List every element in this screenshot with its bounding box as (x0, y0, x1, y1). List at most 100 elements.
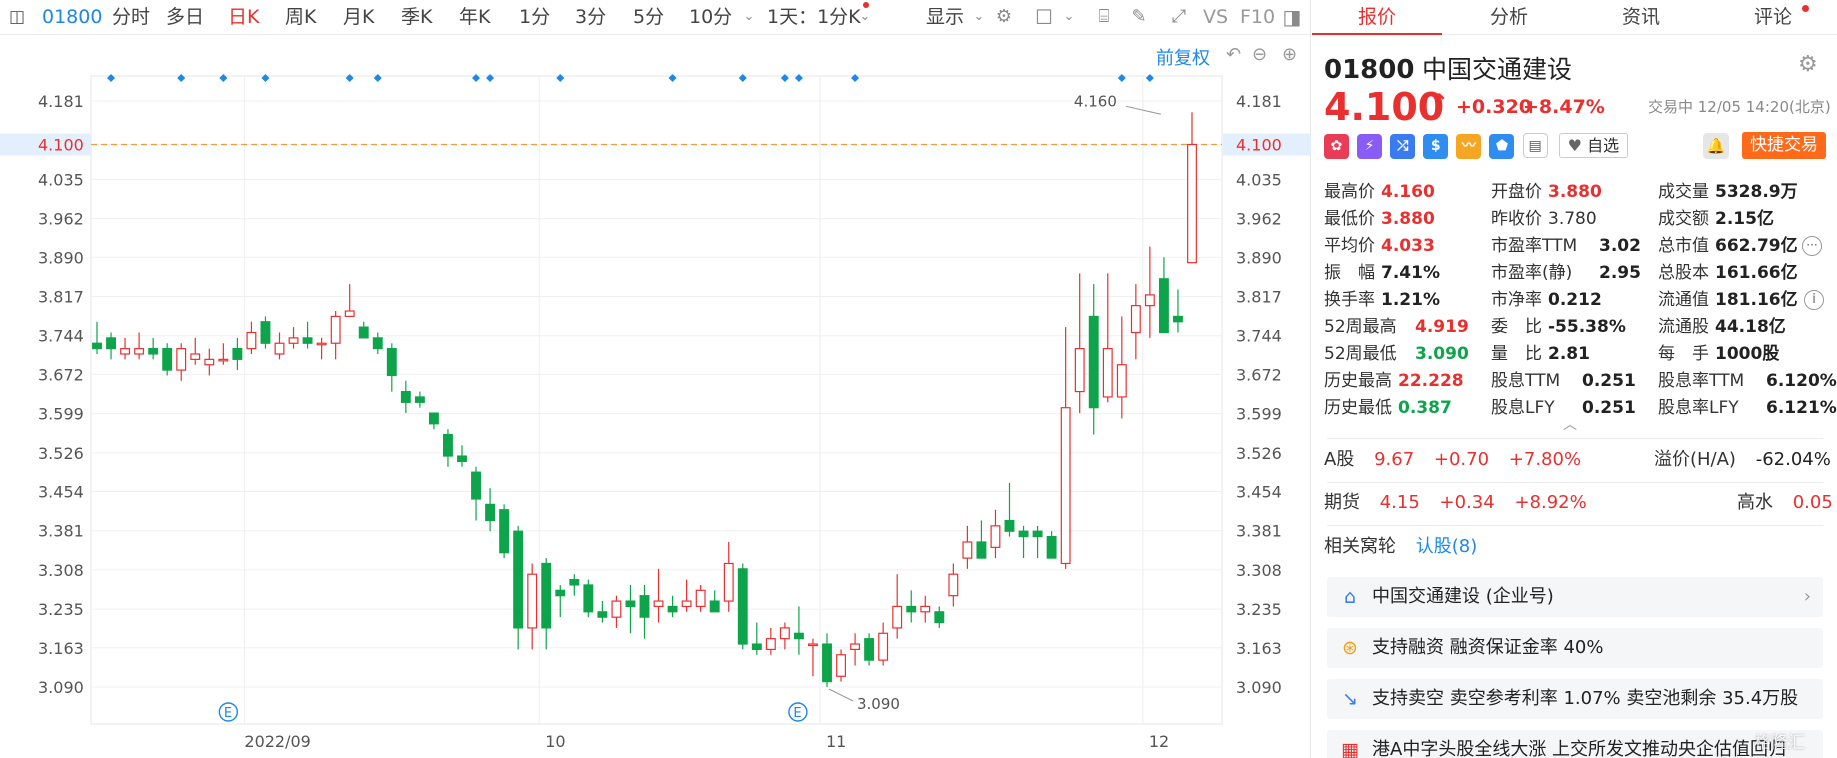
period-tab-monthly[interactable]: 月K (343, 5, 374, 29)
candle-up[interactable] (779, 627, 790, 640)
kline-svg[interactable]: 4.181 4.181 4.100 4.100 4.035 4.035 3.962 3.962… (0, 36, 1311, 758)
gear-icon[interactable]: ⚙ (993, 6, 1015, 28)
candle-up[interactable] (878, 632, 889, 661)
candle-up[interactable] (204, 358, 215, 366)
chevron-down-icon[interactable]: ⌄ (968, 6, 990, 28)
candle-up[interactable] (1187, 143, 1197, 264)
candle-down[interactable] (232, 348, 243, 360)
candle-down[interactable] (625, 600, 636, 608)
candle-up[interactable] (134, 348, 145, 355)
a-share-row[interactable]: A股 9.67 +0.70 +7.80% (1324, 447, 1581, 473)
candle-down[interactable] (597, 611, 608, 618)
candle-down[interactable] (639, 595, 650, 618)
candle-up[interactable] (1102, 348, 1113, 398)
tab-news[interactable]: 资讯 (1576, 0, 1706, 35)
trend-icon[interactable]: 〰 (1456, 134, 1482, 159)
candle-down[interactable] (1088, 315, 1099, 409)
candle-up[interactable] (681, 600, 692, 608)
candle-up[interactable] (176, 348, 187, 371)
bell-icon[interactable]: 🔔 (1703, 133, 1729, 159)
list-item-margin[interactable]: ⊛ 支持融资 融资保证金率 40% (1327, 628, 1823, 668)
candle-down[interactable] (485, 503, 496, 522)
candle-up[interactable] (1144, 294, 1155, 307)
candle-up[interactable] (653, 600, 664, 608)
dividend-diamond-marker[interactable] (107, 74, 116, 82)
zoom-in-icon[interactable]: ⊕ (1282, 44, 1297, 65)
candle-down[interactable] (934, 611, 945, 624)
candle-down[interactable] (864, 638, 875, 661)
candle-down[interactable] (793, 632, 804, 640)
candle-down[interactable] (148, 348, 159, 355)
candle-down[interactable] (358, 326, 369, 339)
candle-up[interactable] (920, 605, 931, 613)
shuffle-icon[interactable]: ⤮ (1390, 134, 1416, 159)
candle-up[interactable] (120, 348, 131, 355)
dividend-diamond-marker[interactable] (851, 74, 860, 82)
period-tab-1min[interactable]: 1分 (519, 5, 550, 29)
candle-down[interactable] (471, 471, 481, 500)
dividend-diamond-marker[interactable] (1117, 74, 1126, 82)
hk-connect-icon[interactable]: ✿ (1324, 134, 1349, 159)
dividend-diamond-marker[interactable] (219, 74, 228, 82)
candle-down[interactable] (260, 321, 271, 344)
period-tab-3min[interactable]: 3分 (575, 5, 606, 29)
settings-gear-icon[interactable]: ⚙ (1798, 52, 1818, 77)
candle-down[interactable] (162, 348, 173, 371)
candle-down[interactable] (428, 412, 439, 425)
candle-up[interactable] (1130, 305, 1141, 334)
candle-down[interactable] (443, 433, 453, 457)
candle-down[interactable] (499, 509, 510, 554)
panel-toggle-icon[interactable]: ◨ (1281, 6, 1303, 28)
period-tab-10min[interactable]: 10分 (689, 5, 732, 29)
candle-down[interactable] (751, 643, 762, 651)
restore-adjust-button[interactable]: 前复权 (1156, 44, 1210, 70)
candle-up[interactable] (316, 342, 327, 346)
candle-down[interactable] (400, 390, 411, 403)
quick-trade-button[interactable]: 快捷交易 (1742, 132, 1826, 159)
candle-down[interactable] (737, 568, 748, 645)
warrants-link[interactable]: 认股(8) (1416, 536, 1478, 557)
chevron-down-icon[interactable]: ⌄ (738, 6, 760, 28)
candle-down[interactable] (1046, 536, 1057, 559)
dividend-diamond-marker[interactable] (738, 74, 747, 82)
candle-down[interactable] (583, 584, 594, 613)
stock-code[interactable]: 01800 (42, 5, 102, 29)
dividend-diamond-marker[interactable] (780, 74, 789, 82)
candle-down[interactable] (1173, 315, 1183, 323)
info-icon[interactable]: i (1804, 290, 1824, 310)
candle-down[interactable] (106, 337, 116, 350)
candle-up[interactable] (990, 525, 1001, 548)
tab-quote[interactable]: 报价 (1312, 0, 1442, 35)
dividend-diamond-marker[interactable] (177, 74, 186, 82)
period-tab-duori[interactable]: 多日 (166, 5, 204, 29)
list-item-short[interactable]: ↘ 支持卖空 卖空参考利率 1.07% 卖空池剩余 35.4万股 (1327, 679, 1823, 719)
candle-up[interactable] (723, 562, 734, 602)
fullscreen-icon[interactable]: ⤢ (1168, 6, 1190, 28)
tab-analysis[interactable]: 分析 (1444, 0, 1574, 35)
sidebar-toggle-icon[interactable]: ◫ (6, 6, 28, 28)
candle-down[interactable] (414, 396, 425, 403)
futures-row[interactable]: 期货 4.15 +0.34 +8.92% (1324, 490, 1587, 516)
candle-up[interactable] (344, 310, 355, 317)
candle-up[interactable] (850, 643, 861, 651)
list-item-news[interactable]: ▦ 港A中字头股全线大涨 上交所发文推动央企估值回归 (1327, 730, 1823, 758)
period-tab-quarterly[interactable]: 季K (401, 5, 432, 29)
dollar-icon[interactable]: $ (1423, 134, 1449, 159)
dividend-diamond-marker[interactable] (1145, 74, 1154, 82)
watchlist-button[interactable]: ♥ 自选 (1558, 133, 1629, 158)
dividend-diamond-marker[interactable] (794, 74, 803, 82)
candle-down[interactable] (372, 337, 383, 350)
candle-down[interactable] (513, 530, 524, 629)
candle-down[interactable] (667, 605, 678, 613)
period-tab-daily[interactable]: 日K (228, 5, 259, 29)
candle-up[interactable] (1060, 407, 1071, 565)
candle-down[interactable] (386, 348, 397, 377)
period-tab-5min[interactable]: 5分 (633, 5, 664, 29)
candle-up[interactable] (948, 573, 959, 597)
period-tab-fenshi[interactable]: 分时 (112, 5, 150, 29)
candle-up[interactable] (836, 654, 846, 677)
candle-up[interactable] (288, 337, 299, 344)
chevron-down-icon[interactable]: ⌄ (854, 6, 876, 28)
candle-down[interactable] (822, 643, 832, 683)
checkbox-icon[interactable]: ☐ (1033, 6, 1055, 28)
